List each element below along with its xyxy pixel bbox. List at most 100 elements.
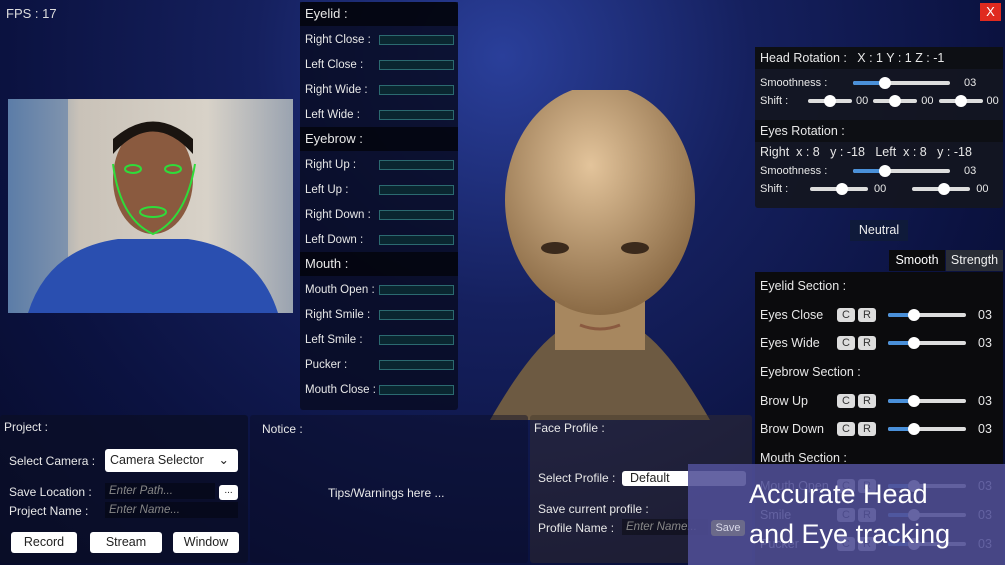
head-smoothness-label: Smoothness :: [760, 77, 828, 89]
head-shift-x-slider[interactable]: [808, 95, 852, 107]
expression-label: Right Wide :: [305, 83, 368, 96]
calibrate-button[interactable]: C: [837, 336, 855, 351]
section-slider[interactable]: [888, 394, 966, 407]
expression-row: Right Smile :: [300, 302, 458, 327]
expression-meter: [379, 184, 454, 195]
eyes-rotation-title: Eyes Rotation :: [760, 124, 845, 138]
expression-label: Mouth Open :: [305, 283, 375, 296]
webcam-person-image: [8, 99, 278, 313]
head-shift-x-value: 00: [856, 95, 869, 107]
caption-line-2: and Eye tracking: [749, 519, 951, 549]
project-name-input[interactable]: Enter Name...: [105, 502, 238, 518]
project-name-label: Project Name :: [9, 504, 89, 518]
eyes-smoothness-value: 03: [964, 165, 977, 177]
expression-label: Pucker :: [305, 358, 348, 371]
save-location-label: Save Location :: [9, 485, 92, 499]
expression-meter: [379, 334, 454, 345]
close-button[interactable]: X: [980, 3, 1001, 21]
eyes-shift-label: Shift :: [760, 183, 789, 195]
expression-label: Left Up :: [305, 183, 349, 196]
reset-button[interactable]: R: [858, 393, 876, 408]
head-shift-z-slider[interactable]: [938, 95, 983, 107]
section-item: Brow Up C R 03: [755, 386, 1003, 415]
expression-label: Left Smile :: [305, 333, 363, 346]
head-shift-y-slider[interactable]: [873, 95, 918, 107]
head-shift-z-value: 00: [986, 95, 999, 107]
stream-button[interactable]: Stream: [90, 532, 162, 553]
save-profile-button[interactable]: Save: [711, 520, 745, 536]
section-value: 03: [978, 422, 992, 437]
head-smoothness-value: 03: [964, 77, 977, 89]
reset-button[interactable]: R: [858, 422, 876, 437]
expression-meter: [379, 209, 454, 220]
calibrate-button[interactable]: C: [837, 307, 855, 322]
section-item: Eyes Wide C R 03: [755, 329, 1003, 358]
expression-label: Mouth Close :: [305, 383, 376, 396]
expression-meter: [379, 309, 454, 320]
record-button[interactable]: Record: [11, 532, 77, 553]
tab-smooth[interactable]: Smooth: [889, 250, 945, 271]
camera-selector-value: Camera Selector: [110, 453, 204, 467]
expression-meter: [379, 34, 454, 45]
profile-name-label: Profile Name :: [538, 521, 615, 535]
eyes-right-values: Right x : 8 y : -18: [760, 145, 865, 159]
expression-label: Right Up :: [305, 158, 357, 171]
expression-section-header: Eyelid :: [300, 2, 458, 26]
profile-dropdown-value: Default: [630, 471, 670, 485]
caption-overlay: Accurate Head and Eye tracking: [688, 464, 1005, 565]
eyes-shift-right-value: 00: [874, 183, 887, 195]
expression-label: Right Smile :: [305, 308, 371, 321]
head-shift-y-value: 00: [921, 95, 934, 107]
notice-title: Notice :: [262, 422, 303, 436]
section-item: Brow Down C R 03: [755, 415, 1003, 444]
expression-meter: [379, 59, 454, 70]
section-slider[interactable]: [888, 423, 966, 436]
calibrate-button[interactable]: C: [837, 393, 855, 408]
expression-section-header: Eyebrow :: [300, 127, 458, 151]
expression-row: Right Down :: [300, 202, 458, 227]
section-value: 03: [978, 307, 992, 322]
eyes-shift-right-slider[interactable]: [810, 183, 868, 195]
head-smoothness-slider[interactable]: [853, 77, 950, 89]
notice-panel: Notice : Tips/Warnings here ...: [250, 415, 528, 563]
reset-button[interactable]: R: [858, 336, 876, 351]
expression-label: Left Down :: [305, 233, 364, 246]
notice-text: Tips/Warnings here ...: [328, 486, 445, 500]
reset-button[interactable]: R: [858, 307, 876, 322]
eyes-smoothness-slider[interactable]: [853, 165, 950, 177]
section-item-label: Eyes Wide: [760, 336, 820, 351]
head-shift-label: Shift :: [760, 95, 789, 107]
project-title: Project :: [4, 420, 49, 434]
expression-label: Right Down :: [305, 208, 371, 221]
section-value: 03: [978, 336, 992, 351]
tab-strength[interactable]: Strength: [946, 250, 1003, 271]
expression-meter: [379, 234, 454, 245]
fps-counter: FPS : 17: [6, 6, 57, 21]
camera-selector-dropdown[interactable]: Camera Selector ⌄: [105, 449, 238, 472]
face-profile-title: Face Profile :: [534, 421, 605, 435]
section-slider[interactable]: [888, 337, 966, 350]
eyes-shift-left-slider[interactable]: [912, 183, 971, 195]
section-item: Eyes Close C R 03: [755, 301, 1003, 330]
expression-section-header: Mouth :: [300, 252, 458, 276]
expression-label: Left Wide :: [305, 108, 360, 121]
rotation-panel: Head Rotation : X : 1 Y : 1 Z : -1 Smoot…: [755, 47, 1003, 208]
save-path-input[interactable]: Enter Path...: [105, 483, 215, 499]
section-slider[interactable]: [888, 308, 966, 321]
browse-button[interactable]: ...: [219, 485, 238, 500]
head-rotation-title: Head Rotation :: [760, 51, 847, 65]
expression-meter: [379, 284, 454, 295]
camera-label: Select Camera :: [9, 454, 96, 468]
expression-row: Left Up :: [300, 177, 458, 202]
eyes-left-values: Left x : 8 y : -18: [875, 145, 972, 159]
calibrate-button[interactable]: C: [837, 422, 855, 437]
expression-label: Right Close :: [305, 33, 371, 46]
window-button[interactable]: Window: [173, 532, 239, 553]
expression-row: Right Up :: [300, 152, 458, 177]
section-header: Eyebrow Section :: [755, 358, 1003, 387]
neutral-button[interactable]: Neutral: [850, 220, 908, 241]
section-item-label: Brow Up: [760, 393, 808, 408]
eyes-smoothness-label: Smoothness :: [760, 165, 828, 177]
save-profile-title: Save current profile :: [538, 502, 649, 516]
section-header-label: Eyelid Section :: [760, 279, 847, 294]
